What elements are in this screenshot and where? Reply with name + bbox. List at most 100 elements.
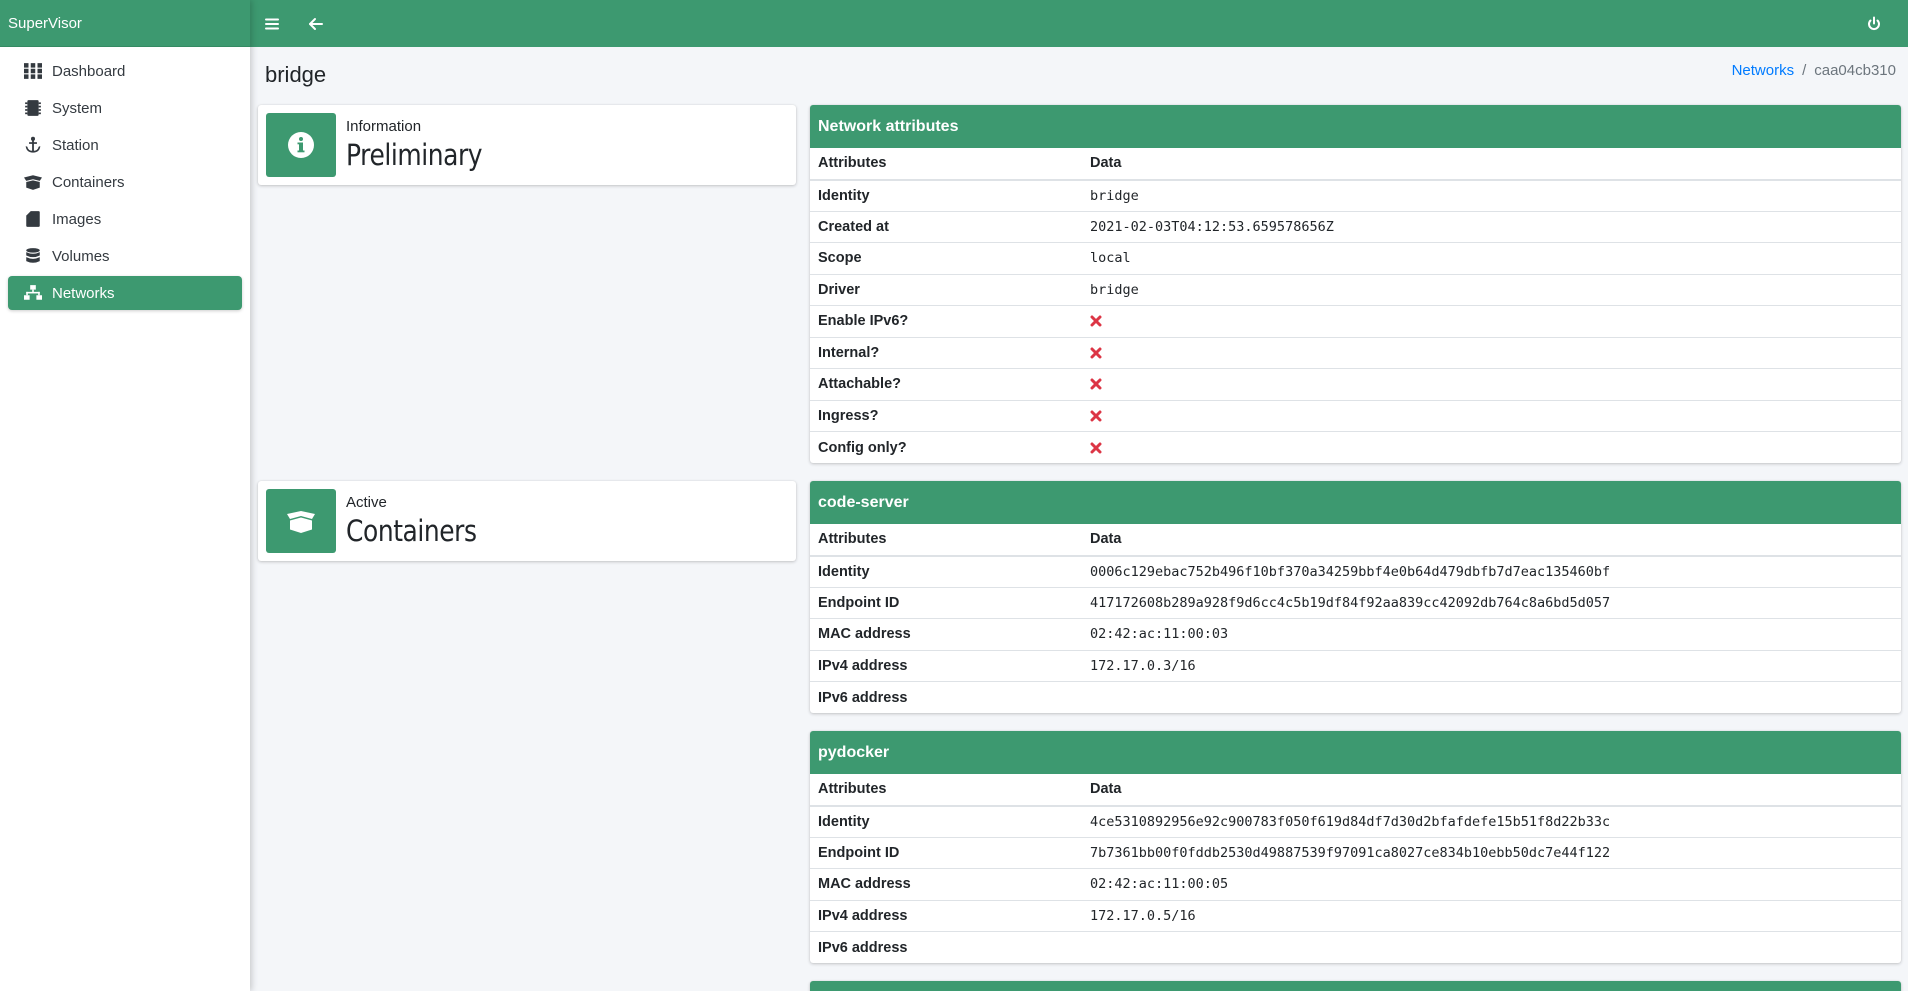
breadcrumb-link-networks[interactable]: Networks xyxy=(1732,62,1795,79)
x-mark-icon xyxy=(1090,315,1102,327)
network-icon xyxy=(24,284,42,302)
table-row: Created at 2021-02-03T04:12:53.659578656… xyxy=(810,210,1901,243)
table-row: Config only? xyxy=(810,431,1901,463)
info-circle-icon xyxy=(266,113,336,177)
topbar xyxy=(250,0,1908,47)
table-row: Internal? xyxy=(810,336,1901,369)
sidebar-item-containers[interactable]: Containers xyxy=(8,165,242,199)
sidebar-item-system[interactable]: System xyxy=(8,91,242,125)
table-row: IPv6 address xyxy=(810,931,1901,963)
sidebar-nav: Dashboard System Station Containers Imag… xyxy=(0,47,250,320)
network-attributes-card: Network attributes Attributes Data Ident… xyxy=(810,105,1901,463)
attribute-name: Internal? xyxy=(810,336,1082,369)
table-row: Attachable? xyxy=(810,368,1901,400)
box-open-icon xyxy=(24,173,42,191)
attribute-name: Ingress? xyxy=(810,399,1082,432)
info-box-containers: Active Containers xyxy=(258,481,796,561)
table-row: Endpoint ID 7b7361bb00f0fddb2530d4988753… xyxy=(810,836,1901,869)
sidebar-item-networks[interactable]: Networks xyxy=(8,276,242,310)
container-table: Attributes Data Identity 4ce5310892956e9… xyxy=(810,774,1901,963)
attribute-name: IPv6 address xyxy=(810,681,1082,713)
sidebar-item-label: Station xyxy=(52,136,99,154)
table-row: IPv6 address xyxy=(810,681,1901,713)
attribute-value xyxy=(1082,305,1901,337)
sidebar-item-label: Networks xyxy=(52,284,115,302)
back-button[interactable] xyxy=(294,0,338,47)
memory-icon xyxy=(24,99,42,117)
attribute-value xyxy=(1082,368,1901,400)
info-box-value: Containers xyxy=(346,514,477,548)
card-title: code-server xyxy=(810,481,1901,524)
attribute-name: Endpoint ID xyxy=(810,836,1082,869)
card-title: pydocker xyxy=(810,731,1901,774)
table-row: Scope local xyxy=(810,242,1901,274)
table-header-row: Attributes Data xyxy=(810,148,1901,181)
table-row: Identity 0006c129ebac752b496f10bf370a342… xyxy=(810,555,1901,587)
attribute-name: IPv4 address xyxy=(810,649,1082,682)
attribute-name: Endpoint ID xyxy=(810,586,1082,619)
sidebar-item-label: Images xyxy=(52,210,102,228)
sd-card-icon xyxy=(24,210,42,228)
brand-title[interactable]: SuperVisor xyxy=(0,0,250,47)
sidebar: SuperVisor Dashboard System Station Cont… xyxy=(0,0,250,991)
attribute-value: local xyxy=(1082,242,1901,274)
grid-icon xyxy=(24,62,42,80)
info-box-information: Information Preliminary xyxy=(258,105,796,185)
power-button[interactable] xyxy=(1852,0,1896,47)
attribute-value xyxy=(1082,931,1901,963)
page-title: bridge xyxy=(265,62,327,87)
attribute-value: 417172608b289a928f9d6cc4c5b19df84f92aa83… xyxy=(1082,586,1901,619)
table-row: Identity bridge xyxy=(810,179,1901,211)
table-header-row: Attributes Data xyxy=(810,524,1901,557)
table-row: Driver bridge xyxy=(810,273,1901,306)
attribute-value: 172.17.0.5/16 xyxy=(1082,899,1901,932)
attribute-value xyxy=(1082,399,1901,432)
sidebar-item-station[interactable]: Station xyxy=(8,128,242,162)
sidebar-item-dashboard[interactable]: Dashboard xyxy=(8,54,242,88)
power-icon xyxy=(1868,16,1880,30)
sidebar-item-label: Dashboard xyxy=(52,62,126,80)
table-row: Ingress? xyxy=(810,399,1901,432)
breadcrumb: Networks / caa04cb310 xyxy=(1732,62,1896,79)
attribute-value: bridge xyxy=(1082,273,1901,306)
container-table: Attributes Data Identity 0006c129ebac752… xyxy=(810,524,1901,713)
attribute-value xyxy=(1082,431,1901,463)
anchor-icon xyxy=(24,136,42,154)
table-row: IPv4 address 172.17.0.3/16 xyxy=(810,649,1901,682)
attributes-table: Attributes Data Identity bridge Created … xyxy=(810,148,1901,463)
attribute-name: Enable IPv6? xyxy=(810,305,1082,337)
hamburger-icon xyxy=(265,18,279,29)
attribute-name: Config only? xyxy=(810,431,1082,463)
container-card-code-server: code-server Attributes Data Identity 000… xyxy=(810,481,1901,713)
sidebar-item-images[interactable]: Images xyxy=(8,202,242,236)
attribute-value: 0006c129ebac752b496f10bf370a34259bbf4e0b… xyxy=(1082,555,1901,587)
attribute-value: 7b7361bb00f0fddb2530d49887539f97091ca802… xyxy=(1082,836,1901,869)
attribute-value xyxy=(1082,681,1901,713)
attribute-value: 02:42:ac:11:00:05 xyxy=(1082,868,1901,900)
sidebar-item-volumes[interactable]: Volumes xyxy=(8,239,242,273)
breadcrumb-current: caa04cb310 xyxy=(1814,62,1896,79)
attribute-name: MAC address xyxy=(810,868,1082,900)
database-icon xyxy=(24,247,42,265)
sidebar-item-label: Volumes xyxy=(52,247,110,265)
column-header: Data xyxy=(1082,774,1901,807)
attribute-name: Created at xyxy=(810,210,1082,243)
table-header-row: Attributes Data xyxy=(810,774,1901,807)
table-row: Identity 4ce5310892956e92c900783f050f619… xyxy=(810,805,1901,837)
main-content: bridge Networks / caa04cb310 Information… xyxy=(250,47,1908,991)
sidebar-item-label: System xyxy=(52,99,103,117)
container-card-next xyxy=(810,981,1901,991)
attribute-name: Identity xyxy=(810,805,1082,837)
attribute-name: Attachable? xyxy=(810,368,1082,400)
attribute-value: bridge xyxy=(1082,179,1901,211)
attribute-name: Driver xyxy=(810,273,1082,306)
sidebar-item-label: Containers xyxy=(52,173,125,191)
arrow-left-icon xyxy=(309,17,323,30)
column-header: Data xyxy=(1082,524,1901,557)
column-header: Attributes xyxy=(810,524,1082,557)
menu-toggle-button[interactable] xyxy=(250,0,294,47)
column-header: Attributes xyxy=(810,148,1082,181)
table-row: Enable IPv6? xyxy=(810,305,1901,337)
column-header: Attributes xyxy=(810,774,1082,807)
x-mark-icon xyxy=(1090,378,1102,390)
